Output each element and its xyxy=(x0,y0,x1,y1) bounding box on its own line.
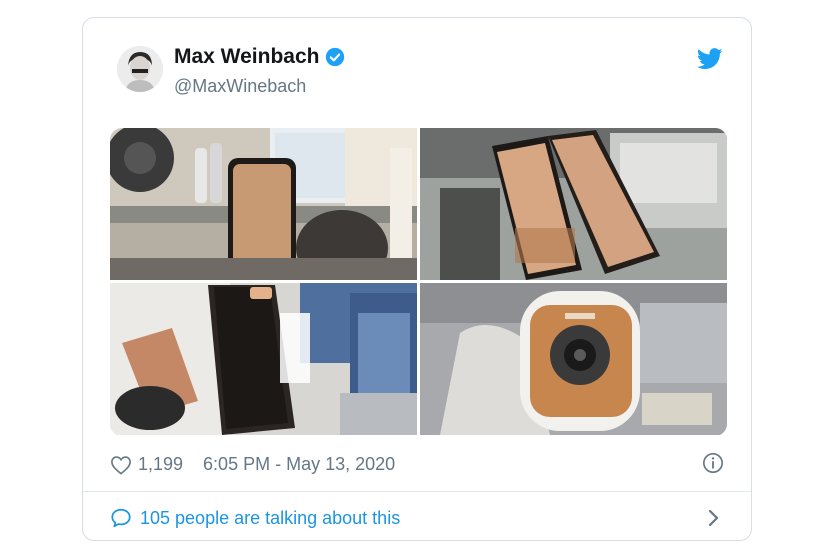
media-grid[interactable] xyxy=(110,128,727,436)
user-avatar-icon xyxy=(117,46,163,92)
photo-two-phones-image xyxy=(420,128,727,280)
photo-two-phones[interactable] xyxy=(420,128,727,280)
photo-phone-on-desk-image xyxy=(110,128,417,280)
chevron-right-icon[interactable] xyxy=(707,508,721,528)
photo-foldable-phone-image xyxy=(110,283,417,435)
tweet-meta: 1,199 6:05 PM - May 13, 2020 xyxy=(110,454,395,475)
conversation-link-text[interactable]: 105 people are talking about this xyxy=(140,508,400,529)
display-name-text[interactable]: Max Weinbach xyxy=(174,45,319,69)
photo-camera-module-image xyxy=(420,283,727,435)
tweet-card[interactable]: Max Weinbach @MaxWinebach 1,199 6:05 PM … xyxy=(82,17,752,541)
verified-badge-icon xyxy=(326,47,345,67)
info-icon[interactable] xyxy=(702,452,724,474)
avatar[interactable] xyxy=(117,46,163,92)
photo-phone-on-desk[interactable] xyxy=(110,128,417,280)
conversation-link[interactable]: 105 people are talking about this xyxy=(110,507,400,529)
photo-camera-module[interactable] xyxy=(420,283,727,435)
photo-foldable-phone[interactable] xyxy=(110,283,417,435)
like-count[interactable]: 1,199 xyxy=(138,454,183,475)
display-name[interactable]: Max Weinbach xyxy=(174,45,345,69)
speech-bubble-icon xyxy=(111,508,131,528)
twitter-bird-icon[interactable] xyxy=(697,48,723,70)
heart-icon[interactable] xyxy=(110,455,132,475)
divider xyxy=(83,491,751,492)
tweet-timestamp[interactable]: 6:05 PM - May 13, 2020 xyxy=(203,454,395,475)
user-handle[interactable]: @MaxWinebach xyxy=(174,76,306,97)
